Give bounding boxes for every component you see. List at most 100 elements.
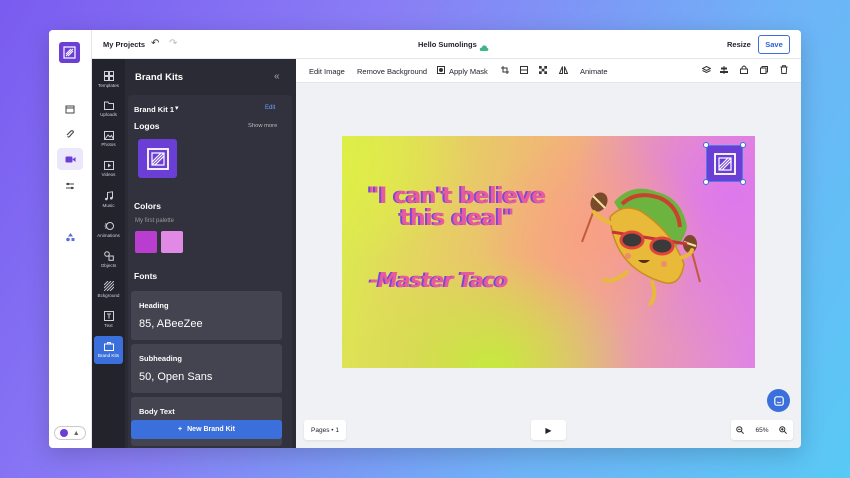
font-card-subheading[interactable]: Subheading 50, Open Sans (131, 344, 282, 393)
zoom-in-icon[interactable] (779, 426, 788, 434)
zoom-level: 65% (755, 426, 769, 434)
colors-heading: Colors (134, 201, 161, 211)
top-bar: My Projects ↶ ↷ Hello Sumolings Resize S… (92, 30, 801, 59)
duplicate-icon[interactable] (760, 66, 768, 76)
tool-sidebar: Templates Uploads Photos Videos Music An… (92, 59, 125, 448)
tool-templates[interactable]: Templates (94, 65, 123, 93)
tool-animations[interactable]: Animations (94, 215, 123, 243)
brand-kit-selector[interactable]: Brand Kit 1 (134, 105, 174, 114)
workspace-switcher[interactable]: ▲ (54, 426, 86, 440)
font-card-label: Body Text (139, 407, 175, 416)
resize-handle[interactable] (740, 142, 746, 148)
animate-button[interactable]: Animate (580, 67, 608, 76)
brand-logo-icon (713, 152, 736, 175)
tool-label: Templates (98, 82, 119, 88)
folder-icon (103, 101, 114, 110)
tool-objects[interactable]: Objects (94, 245, 123, 273)
paperclip-icon[interactable] (57, 123, 83, 145)
chevron-up-icon: ▲ (72, 429, 80, 437)
resize-handle[interactable] (740, 179, 746, 185)
transparency-icon[interactable] (539, 66, 547, 76)
play-icon: ▶ (545, 425, 552, 435)
new-brand-kit-button[interactable]: + New Brand Kit (131, 420, 282, 439)
my-projects-link[interactable]: My Projects (103, 40, 145, 49)
document-title[interactable]: Hello Sumolings (418, 40, 477, 49)
text-icon (103, 310, 114, 321)
tool-label: Brand Kits (97, 353, 120, 358)
logos-heading: Logos (134, 121, 160, 131)
caret-down-icon[interactable]: ▾ (175, 104, 179, 112)
brand-kits-panel: Brand Kits « Brand Kit 1 ▾ Edit Logos Sh… (125, 59, 296, 448)
show-more-link[interactable]: Show more (248, 123, 277, 129)
image-icon (103, 131, 114, 140)
mask-icon[interactable] (437, 66, 445, 76)
resize-handle[interactable] (703, 142, 709, 148)
design-canvas[interactable]: "I can't believe this deal" -Master Taco (342, 136, 755, 368)
author-text[interactable]: -Master Taco (370, 268, 560, 292)
tool-uploads[interactable]: Uploads (94, 95, 123, 123)
tool-label: Videos (101, 172, 116, 177)
briefcase-icon (103, 342, 114, 351)
panel-title: Brand Kits (135, 72, 184, 83)
play-button[interactable]: ▶ (531, 420, 566, 440)
color-swatch[interactable] (135, 231, 157, 253)
collapse-panel-icon[interactable]: « (274, 71, 280, 82)
app-logo-icon[interactable] (59, 42, 80, 63)
chat-icon (773, 395, 784, 406)
undo-icon[interactable]: ↶ (151, 38, 159, 49)
workspace-dot (60, 429, 69, 437)
remove-background-button[interactable]: Remove Background (357, 67, 427, 76)
resize-handle[interactable] (703, 179, 709, 185)
font-card-label: Subheading (139, 354, 182, 363)
trash-icon[interactable] (780, 65, 788, 76)
calendar-icon[interactable] (57, 98, 83, 120)
adjust-icon[interactable] (520, 66, 528, 76)
layers-icon[interactable] (701, 65, 712, 76)
selected-logo[interactable] (703, 142, 746, 185)
edit-kit-link[interactable]: Edit (265, 105, 275, 111)
shapes-icon[interactable] (57, 226, 83, 248)
tool-videos[interactable]: Videos (94, 155, 123, 183)
flip-icon[interactable] (558, 66, 569, 76)
quote-text[interactable]: "I can't believe this deal" (352, 186, 562, 230)
canvas-toolbar: Edit Image Remove Background Apply Mask … (296, 59, 801, 83)
chat-button[interactable] (767, 389, 790, 412)
redo-icon[interactable]: ↷ (169, 38, 177, 49)
edit-image-button[interactable]: Edit Image (309, 67, 345, 76)
tool-label: Text (104, 322, 113, 328)
tool-text[interactable]: Text (94, 305, 123, 333)
shapes-icon (103, 250, 114, 261)
pattern-icon (103, 280, 114, 291)
tool-label: Bckground (97, 292, 120, 298)
palette-name: My first palette (135, 218, 175, 224)
font-card-label: Heading (139, 301, 169, 310)
video-camera-icon[interactable] (57, 148, 83, 170)
tool-background[interactable]: Bckground (94, 275, 123, 303)
zoom-out-icon[interactable] (736, 426, 745, 434)
tool-label: Music (102, 202, 115, 208)
align-icon[interactable] (720, 66, 728, 76)
brand-logo-icon (146, 147, 169, 170)
grid-icon (103, 70, 114, 81)
pages-button[interactable]: Pages • 1 (304, 420, 346, 440)
tool-brand-kits[interactable]: Brand Kits (94, 336, 123, 364)
tool-photos[interactable]: Photos (94, 125, 123, 153)
fonts-heading: Fonts (134, 271, 158, 281)
taco-illustration[interactable] (572, 172, 722, 312)
tool-label: Uploads (100, 112, 117, 117)
save-button[interactable]: Save (758, 35, 790, 54)
color-swatch[interactable] (161, 231, 183, 253)
sliders-icon[interactable] (57, 175, 83, 197)
crop-icon[interactable] (501, 66, 509, 76)
plus-icon: + (178, 426, 183, 433)
apply-mask-button[interactable]: Apply Mask (449, 67, 488, 76)
brand-logo-thumbnail[interactable] (138, 139, 177, 178)
music-icon (104, 190, 113, 200)
font-card-value: 85, ABeeZee (139, 318, 203, 330)
tool-music[interactable]: Music (94, 185, 123, 213)
lock-icon[interactable] (740, 65, 748, 76)
animation-icon (104, 221, 114, 230)
font-card-heading[interactable]: Heading 85, ABeeZee (131, 291, 282, 340)
resize-button[interactable]: Resize (727, 40, 751, 49)
left-rail: ▲ (49, 30, 92, 448)
